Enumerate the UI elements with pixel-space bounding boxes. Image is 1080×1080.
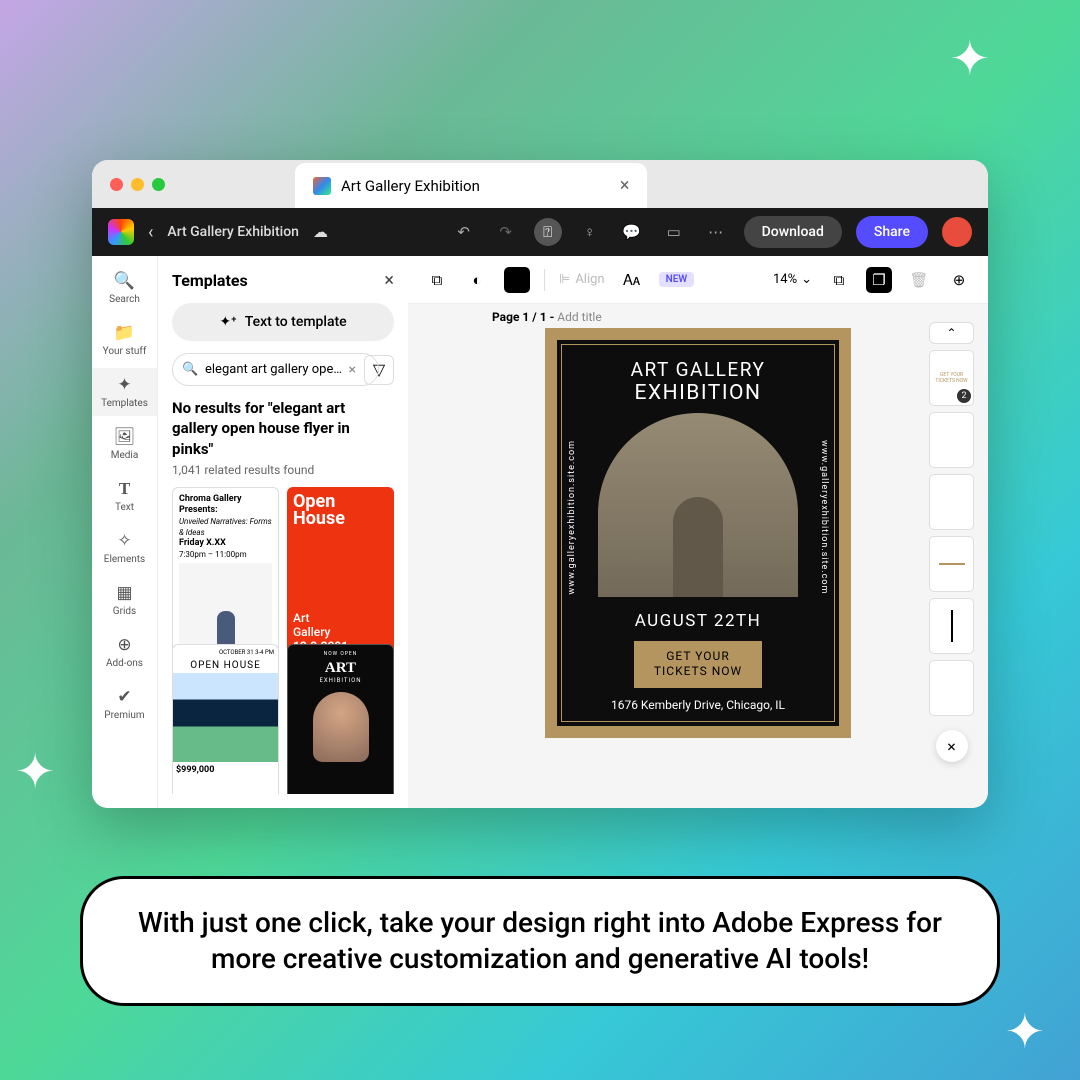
flyer-date: AUGUST 22TH [635, 611, 762, 631]
page-thumbnail[interactable] [929, 412, 974, 468]
download-button[interactable]: Download [744, 216, 842, 248]
invite-button[interactable]: ⍰ [534, 218, 562, 246]
minimize-window-button[interactable] [131, 178, 144, 191]
more-options-icon[interactable]: ⋯ [702, 218, 730, 246]
template-card[interactable]: OpenHouse ArtGallery12.2.2091 [287, 487, 394, 660]
share-button[interactable]: Share [856, 216, 928, 248]
undo-button[interactable]: ↶ [450, 218, 478, 246]
sparkle-ai-icon: ✦⁺ [219, 314, 236, 330]
close-tab-button[interactable]: × [620, 175, 630, 196]
collapse-thumbs-button[interactable]: ⌃ [929, 322, 974, 344]
page-count-badge: 2 [957, 389, 971, 403]
browser-tab[interactable]: Art Gallery Exhibition × [295, 163, 647, 208]
media-icon: 🖼 [114, 427, 136, 447]
folder-icon: 📁 [114, 323, 135, 343]
sparkle-icon: ✦ [1005, 1003, 1045, 1060]
flyer-image-arch [598, 413, 798, 597]
flyer-address: 1676 Kemberly Drive, Chicago, IL [611, 698, 785, 712]
back-button[interactable]: ‹ [148, 222, 153, 243]
rail-grids[interactable]: ▦Grids [92, 576, 157, 624]
rail-addons[interactable]: ⊕Add-ons [92, 628, 157, 676]
search-icon: 🔍 [114, 271, 135, 291]
layers-icon[interactable]: ❐ [866, 267, 892, 293]
flyer-url-right: www.galleryexhibition.site.com [819, 440, 829, 594]
align-icon: ⊫ [559, 272, 570, 287]
panel-title: Templates [172, 271, 248, 290]
crop-icon[interactable]: ⧉ [424, 267, 450, 293]
close-window-button[interactable] [110, 178, 123, 191]
redo-button[interactable]: ↷ [492, 218, 520, 246]
canvas-toolbar: ⧉ ◐ ⊫Align 🗛 NEW 14%⌄ ⧉ ❐ 🗑 ⊕ [408, 256, 988, 304]
template-search-input[interactable]: elegant art gallery open h... [172, 353, 379, 386]
grids-icon: ▦ [116, 583, 132, 603]
no-results-text: No results for "elegant art gallery open… [172, 398, 394, 459]
tab-bar: Art Gallery Exhibition × [92, 160, 988, 208]
trash-icon[interactable]: 🗑 [906, 267, 932, 293]
rail-premium[interactable]: ✔Premium [92, 680, 157, 728]
palette-icon[interactable]: ◐ [464, 267, 490, 293]
page-indicator[interactable]: Page 1 / 1 - Add title [492, 310, 602, 324]
align-button[interactable]: ⊫Align [559, 272, 605, 287]
zoom-dropdown[interactable]: 14%⌄ [773, 272, 812, 287]
help-icon[interactable]: ♀ [576, 218, 604, 246]
addons-icon: ⊕ [117, 635, 131, 655]
chevron-up-icon: ⌃ [946, 326, 956, 340]
rail-media[interactable]: 🖼Media [92, 420, 157, 468]
translate-icon[interactable]: 🗛 [619, 267, 645, 293]
page-thumbnail[interactable] [929, 474, 974, 530]
left-rail: 🔍Search 📁Your stuff ✦Templates 🖼Media TT… [92, 256, 158, 808]
add-page-icon[interactable]: ⊕ [946, 267, 972, 293]
comment-icon[interactable]: 💬 [618, 218, 646, 246]
canvas-area: ⧉ ◐ ⊫Align 🗛 NEW 14%⌄ ⧉ ❐ 🗑 ⊕ Page 1 / 1… [408, 256, 988, 808]
templates-panel: Templates × ✦⁺ Text to template 🔍 elegan… [158, 256, 408, 808]
rail-elements[interactable]: ✧Elements [92, 524, 157, 572]
cloud-sync-icon[interactable]: ☁ [313, 223, 328, 241]
promo-caption: With just one click, take your design ri… [80, 876, 1000, 1006]
rail-search[interactable]: 🔍Search [92, 264, 157, 312]
browser-window: Art Gallery Exhibition × ‹ Art Gallery E… [92, 160, 988, 808]
tab-title: Art Gallery Exhibition [341, 177, 480, 195]
flyer-title-2: EXHIBITION [635, 381, 762, 405]
traffic-lights [110, 178, 165, 191]
color-swatch[interactable] [504, 267, 530, 293]
adobe-express-logo-icon[interactable] [108, 219, 134, 245]
text-icon: T [119, 479, 130, 499]
close-thumbnails-button[interactable]: × [936, 730, 968, 762]
flyer-design[interactable]: ART GALLERY EXHIBITION www.galleryexhibi… [545, 328, 851, 738]
flyer-url-left: www.galleryexhibition.site.com [567, 440, 577, 594]
maximize-window-button[interactable] [152, 178, 165, 191]
user-avatar[interactable] [942, 217, 972, 247]
templates-icon: ✦ [117, 375, 131, 395]
rail-templates[interactable]: ✦Templates [92, 368, 157, 416]
app-top-bar: ‹ Art Gallery Exhibition ☁ ↶ ↷ ⍰ ♀ 💬 ▭ ⋯… [92, 208, 988, 256]
duplicate-icon[interactable]: ⧉ [826, 267, 852, 293]
flyer-cta: GET YOURTICKETS NOW [634, 641, 762, 688]
rail-your-stuff[interactable]: 📁Your stuff [92, 316, 157, 364]
template-card[interactable]: NOW OPEN ART EXHIBITION [287, 644, 394, 794]
page-thumbnail[interactable] [929, 598, 974, 654]
chevron-down-icon: ⌄ [801, 272, 812, 287]
canvas-body[interactable]: Page 1 / 1 - Add title ART GALLERY EXHIB… [408, 304, 988, 808]
related-count: 1,041 related results found [172, 463, 394, 477]
document-title[interactable]: Art Gallery Exhibition [167, 224, 299, 240]
flyer-title-1: ART GALLERY [631, 358, 766, 381]
page-thumbnail[interactable] [929, 660, 974, 716]
text-to-template-button[interactable]: ✦⁺ Text to template [172, 303, 394, 341]
sparkle-icon: ✦ [950, 30, 990, 87]
adobe-express-logo-icon [313, 177, 331, 195]
sparkle-icon: ✦ [15, 743, 55, 800]
new-badge: NEW [659, 272, 695, 287]
page-thumbnail[interactable] [929, 536, 974, 592]
present-icon[interactable]: ▭ [660, 218, 688, 246]
rail-text[interactable]: TText [92, 472, 157, 520]
premium-icon: ✔ [117, 687, 131, 707]
page-thumbnail[interactable]: GET YOUR TICKETS NOW2 [929, 350, 974, 406]
page-thumbnails: ⌃ GET YOUR TICKETS NOW2 × [929, 322, 974, 762]
template-card[interactable]: Chroma Gallery Presents: Unveiled Narrat… [172, 487, 279, 660]
template-card[interactable]: OCTOBER 31 3-4 PM OPEN HOUSE $999,000 [172, 644, 279, 794]
elements-icon: ✧ [117, 531, 131, 551]
close-panel-button[interactable]: × [384, 270, 394, 291]
